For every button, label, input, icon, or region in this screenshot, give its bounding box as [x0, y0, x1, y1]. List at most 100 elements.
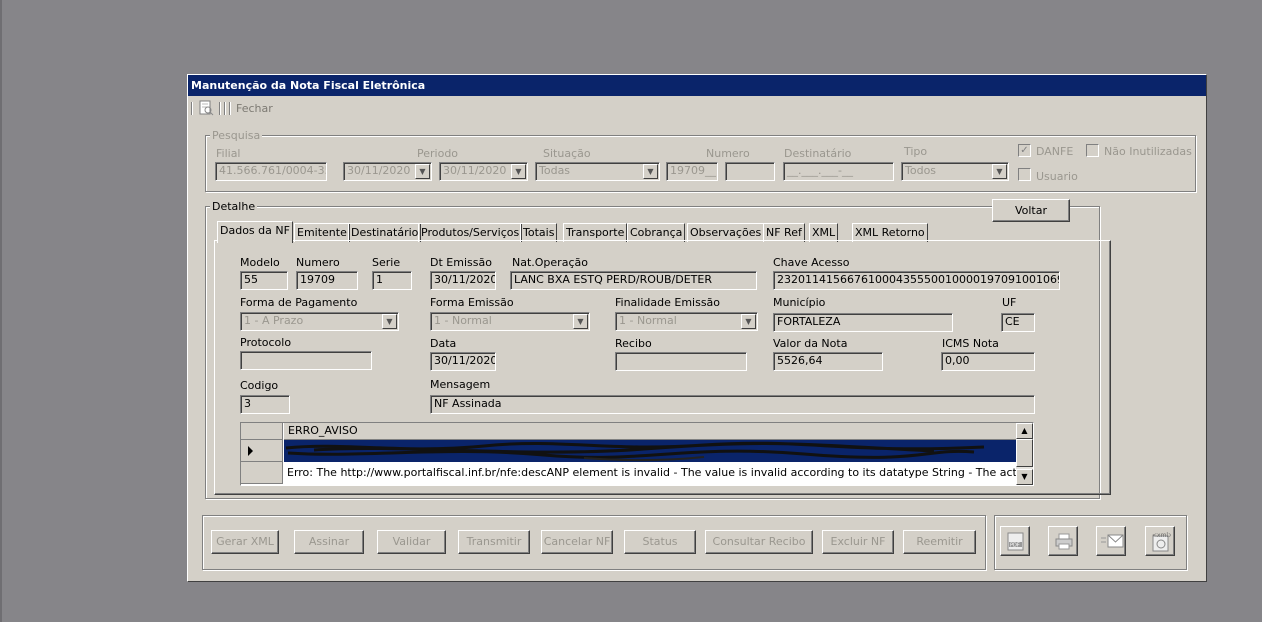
svg-text:PDF: PDF: [1010, 543, 1020, 549]
consultar-recibo-button[interactable]: Consultar Recibo: [705, 530, 813, 554]
dt-emissao-label: Dt Emissão: [430, 256, 492, 269]
reemitir-button[interactable]: Reemitir: [903, 530, 976, 554]
window-title: Manutenção da Nota Fiscal Eletrônica: [188, 75, 1206, 96]
table-row-selected[interactable]: [284, 440, 1016, 462]
uf-label: UF: [1002, 296, 1017, 309]
pdf-icon: PDF: [1007, 532, 1025, 554]
pesquisa-legend: Pesquisa: [210, 129, 263, 142]
danfe-label: DANFE: [1036, 145, 1074, 158]
email-icon: [1100, 534, 1124, 552]
chevron-down-icon[interactable]: ▼: [382, 314, 397, 329]
nfe-window: Manutenção da Nota Fiscal Eletrônica Fec…: [187, 74, 1207, 582]
usuario-checkbox[interactable]: [1018, 168, 1031, 181]
email-button[interactable]: [1096, 526, 1126, 556]
mensagem-field[interactable]: NF Assinada: [430, 395, 1035, 414]
forma-pagamento-select[interactable]: 1 - A Prazo ▼: [240, 312, 399, 331]
tipo-select[interactable]: Todos ▼: [901, 162, 1009, 181]
toolbar-grip: [191, 102, 193, 115]
toolbar-separator: [229, 102, 231, 115]
danfe-checkbox[interactable]: ✓: [1018, 144, 1031, 157]
chevron-down-icon[interactable]: ▼: [415, 164, 430, 179]
close-button[interactable]: Fechar: [236, 102, 273, 115]
nao-inutilizadas-checkbox[interactable]: [1086, 144, 1099, 157]
erro-aviso-grid[interactable]: ERRO_AVISO Erro: The http://www.portalfi…: [240, 422, 1034, 486]
pdf-button[interactable]: PDF: [1000, 526, 1030, 556]
chevron-down-icon[interactable]: ▼: [573, 314, 588, 329]
toolbar-separator: [219, 102, 221, 115]
chave-acesso-field[interactable]: 2320114156676100043555001000019709100106…: [773, 271, 1060, 290]
redaction-scribble: [285, 441, 985, 462]
destinatario-filter-label: Destinatário: [784, 147, 852, 160]
erro-aviso-column-header[interactable]: ERRO_AVISO: [284, 423, 1016, 440]
destinatario-filter-field[interactable]: __.___.___-__: [783, 162, 894, 181]
chevron-down-icon[interactable]: ▼: [741, 314, 756, 329]
nat-operacao-label: Nat.Operação: [512, 256, 588, 269]
nao-inutilizadas-label: Não Inutilizadas: [1104, 145, 1192, 158]
numero-filter-label: Numero: [706, 147, 750, 160]
situacao-label: Situação: [543, 147, 591, 160]
chevron-down-icon[interactable]: ▼: [643, 164, 658, 179]
finalidade-emissao-select[interactable]: 1 - Normal ▼: [615, 312, 758, 331]
numero-filter-field-2[interactable]: [725, 162, 775, 181]
scroll-up-icon[interactable]: ▲: [1016, 423, 1033, 439]
assinar-button[interactable]: Assinar: [294, 530, 364, 554]
grid-corner: [241, 423, 283, 440]
usuario-label: Usuario: [1036, 170, 1078, 183]
status-button[interactable]: Status: [624, 530, 696, 554]
chevron-down-icon[interactable]: ▼: [992, 164, 1007, 179]
tab-dados-da-nf[interactable]: Dados da NF: [217, 221, 293, 243]
voltar-button[interactable]: Voltar: [992, 199, 1070, 222]
periodo-start-value: 30/11/2020: [347, 164, 411, 177]
validar-button[interactable]: Validar: [377, 530, 446, 554]
grid-scrollbar[interactable]: ▲ ▼: [1016, 423, 1033, 485]
uf-field[interactable]: CE: [1001, 313, 1035, 332]
cancelar-nf-button[interactable]: Cancelar NF: [541, 530, 613, 554]
excluir-nf-button[interactable]: Excluir NF: [822, 530, 894, 554]
transmitir-button[interactable]: Transmitir: [458, 530, 530, 554]
modelo-label: Modelo: [240, 256, 280, 269]
nat-operacao-field[interactable]: LANC BXA ESTQ PERD/ROUB/DETER: [510, 271, 757, 290]
gerar-xml-button[interactable]: Gerar XML: [211, 530, 279, 554]
serie-field[interactable]: 1: [372, 271, 412, 290]
scroll-thumb[interactable]: [1016, 439, 1033, 467]
situacao-value: Todas: [539, 164, 571, 177]
filial-field[interactable]: 41.566.761/0004-35: [215, 162, 327, 181]
xml-button[interactable]: <xml>: [1145, 526, 1175, 556]
data-field[interactable]: 30/11/2020: [430, 352, 496, 371]
forma-emissao-label: Forma Emissão: [430, 296, 514, 309]
print-button[interactable]: [1048, 526, 1078, 556]
tipo-value: Todos: [905, 164, 937, 177]
icms-nota-field[interactable]: 0,00: [941, 352, 1035, 371]
serie-label: Serie: [372, 256, 401, 269]
chevron-down-icon[interactable]: ▼: [511, 164, 526, 179]
row-indicator[interactable]: [241, 440, 283, 462]
desktop-edge: [0, 0, 2, 622]
valor-nota-field[interactable]: 5526,64: [773, 352, 883, 371]
periodo-start-picker[interactable]: 30/11/2020 ▼: [343, 162, 432, 181]
recibo-label: Recibo: [615, 337, 652, 350]
recibo-field[interactable]: [615, 352, 747, 371]
print-preview-icon[interactable]: [198, 100, 214, 116]
numero-filter-field[interactable]: 19709__: [666, 162, 718, 181]
codigo-field[interactable]: 3: [240, 395, 290, 414]
row-indicator[interactable]: [241, 462, 283, 484]
finalidade-emissao-value: 1 - Normal: [619, 314, 677, 327]
dt-emissao-field[interactable]: 30/11/2020: [430, 271, 496, 290]
periodo-end-value: 30/11/2020: [443, 164, 507, 177]
forma-emissao-value: 1 - Normal: [434, 314, 492, 327]
toolbar-separator: [224, 102, 226, 115]
table-row[interactable]: Erro: The http://www.portalfiscal.inf.br…: [284, 462, 1016, 484]
mensagem-label: Mensagem: [430, 378, 491, 391]
numero-field[interactable]: 19709: [296, 271, 358, 290]
numero-label: Numero: [296, 256, 340, 269]
municipio-field[interactable]: FORTALEZA: [773, 313, 953, 332]
forma-pagamento-value: 1 - A Prazo: [244, 314, 304, 327]
data-label: Data: [430, 337, 457, 350]
periodo-end-picker[interactable]: 30/11/2020 ▼: [439, 162, 528, 181]
protocolo-field[interactable]: [240, 351, 372, 370]
codigo-label: Codigo: [240, 379, 279, 392]
forma-emissao-select[interactable]: 1 - Normal ▼: [430, 312, 590, 331]
modelo-field[interactable]: 55: [240, 271, 288, 290]
situacao-select[interactable]: Todas ▼: [535, 162, 660, 181]
scroll-down-icon[interactable]: ▼: [1016, 469, 1033, 485]
